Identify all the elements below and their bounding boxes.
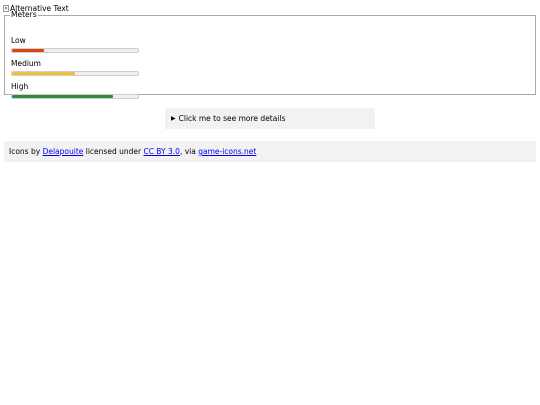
meter-medium: Medium [11,59,139,76]
meters-legend: Meters [11,10,37,19]
meters-fieldset: Meters Low Medium High [4,10,536,99]
details-summary[interactable]: ▶ Click me to see more details [165,108,375,129]
credits-via: , via [179,147,196,156]
meter-high: High [11,82,139,99]
details-summary-label: Click me to see more details [178,114,286,123]
site-link[interactable]: game-icons.net [198,147,256,156]
credits-footer: Icons by Delapouite licensed under CC BY… [4,141,536,162]
meter-medium-label: Medium [11,59,41,68]
meter-medium-track [11,71,139,76]
credits-middle: licensed under [85,147,142,156]
license-link[interactable]: CC BY 3.0 [143,147,180,156]
meter-high-fill [12,95,113,98]
page: Alternative Text Meters Low Medium High … [0,0,540,405]
credits-prefix: Icons by [9,147,41,156]
meter-low-fill [12,49,44,52]
meter-high-label: High [11,82,29,91]
meter-low-label: Low [11,36,26,45]
meter-low: Low [11,36,139,53]
meter-high-track [11,94,139,99]
triangle-right-icon: ▶ [171,114,176,122]
meter-medium-fill [12,72,75,75]
meter-low-track [11,48,139,53]
author-link[interactable]: Delapouite [43,147,84,156]
